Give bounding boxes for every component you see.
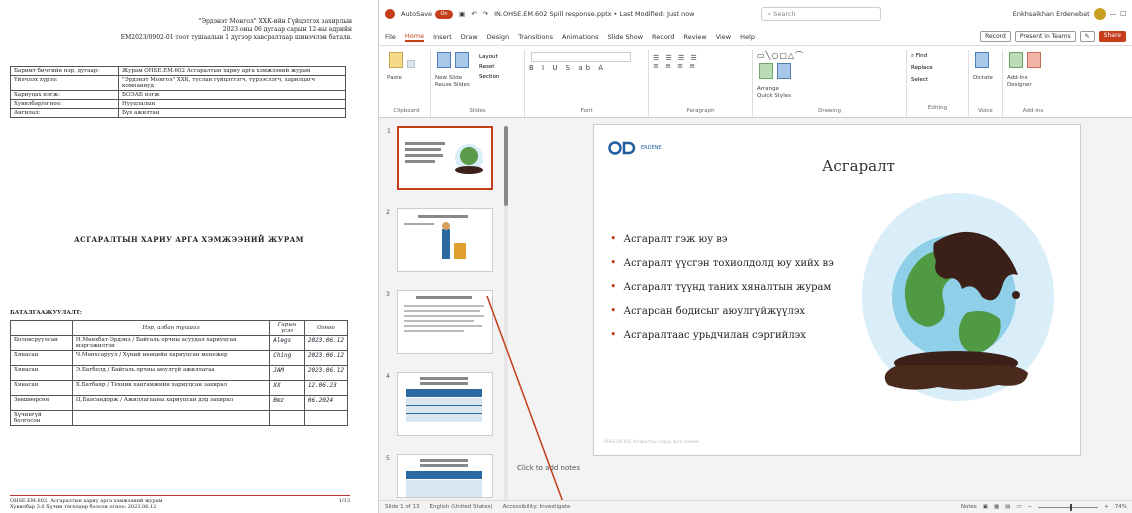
cell: БОЭАБ нэгж [118,90,346,100]
document-title: АСГАРАЛТЫН ХАРИУ АРГА ХЭМЖЭЭНИЙ ЖУРАМ [73,235,305,244]
cell: Х.Батбаяр / Техник хангамжийн хариуцсан … [71,380,271,396]
table-header-row: Нэр, албан тушаал Гарын үсэг Огноо [10,320,349,336]
cell: Хянасан [10,365,73,381]
footer-line: Хувилбар 3.0 Хүчин төгөлдөр болсон огноо… [10,504,157,510]
signature: Alegs [269,335,305,351]
document-footer: 1/13 OHSE.EM.602. Асгаралтын хариу арга … [10,495,350,510]
language-indicator[interactable]: English (United States) [429,504,492,510]
table-row: Хянасан Ч.Мөнхсаруул / Хүний нөөцийн хари… [10,350,349,366]
zoom-out-icon[interactable]: − [1028,504,1033,510]
cell: Ангилал: [10,108,119,118]
cell: Н.Мөнхбат-Эрдэнэ / Байгаль орчны асуудал… [71,335,271,351]
table-row: Хянасан Э.Батболд / Байгаль орчны аюулгүй… [10,365,349,381]
cell: Үйлчлэх хүрээ: [10,75,119,91]
cell: 2023.06.12 [303,365,349,381]
cell [71,410,271,426]
document-scan: "Эрдэнэт Монгол" ХХК-ийн Гүйцэтгэх захир… [0,0,378,513]
table-row: Зөвшөөрсөн Ц.Баасандорж / Ажиллагааны хар… [10,395,349,411]
cell: Ц.Баасандорж / Ажиллагааны хариуцсан дэд… [71,395,271,411]
signature: Bmz [269,395,305,411]
powerpoint-window: AutoSave On ▣ ↶ ↷ IN.OHSE.EM.602 Spill r… [378,0,1132,513]
slideshow-icon[interactable]: ▭ [1016,504,1021,510]
header-cell: Нэр, албан тушаал [71,320,271,336]
table-row: Боловсруулсан Н.Мөнхбат-Эрдэнэ / Байгаль … [10,335,349,351]
info-table: Баримт бичгийн нэр, дугаар: Журам OHSE.EM… [10,66,346,118]
document-header: "Эрдэнэт Монгол" ХХК-ийн Гүйцэтгэх захир… [102,18,352,42]
sorter-view-icon[interactable]: ▦ [994,504,999,510]
cell: Баримт бичгийн нэр, дугаар: [10,66,119,76]
cell: 06.2024 [303,395,349,411]
cell: Хүчингүй болгосон [10,410,73,426]
cell: Зөвшөөрсөн [10,395,73,411]
slide-counter: Slide 1 of 13 [385,504,420,510]
table-row: Хувилбар/огноо: Нууцлалын [10,99,346,109]
normal-view-icon[interactable]: ▣ [983,504,988,510]
header-line: EM2023/0902-01 тоот тушаалын 1 дүгээр ха… [120,34,352,41]
table-row: Хариуцах нэгж: БОЭАБ нэгж [10,90,346,100]
cell [269,410,305,426]
cell: 2023.06.12 [303,335,349,351]
cell: 12.06.23 [303,380,349,396]
page-number: 1/13 [338,498,350,504]
signature: XX [269,380,305,396]
cell: Э.Батболд / Байгаль орчны аюулгүй ажилла… [71,365,271,381]
signature: JAM [269,365,305,381]
cell: Хувилбар/огноо: [10,99,119,109]
header-cell: Гарын үсэг [269,320,305,336]
annotation-arrow [486,295,568,513]
cell: Нууцлалын [118,99,346,109]
cell: Боловсруулсан [10,335,73,351]
cell: 2023.06.12 [303,350,349,366]
table-row: Хянасан Х.Батбаяр / Техник хангамжийн хар… [10,380,349,396]
cell [303,410,349,426]
cell: Бүх ажилтан [118,108,346,118]
table-row: Хүчингүй болгосон [10,410,349,426]
table-row: Баримт бичгийн нэр, дугаар: Журам OHSE.EM… [10,66,346,76]
zoom-in-icon[interactable]: + [1104,504,1109,510]
table-row: Ангилал: Бүх ажилтан [10,108,346,118]
signature: Ching [269,350,305,366]
zoom-level[interactable]: 74% [1115,504,1127,510]
accessibility-indicator[interactable]: Accessibility: Investigate [503,504,571,510]
header-cell [10,320,73,336]
cell: Хариуцах нэгж: [10,90,119,100]
notes-button[interactable]: Notes [961,504,977,510]
header-line: 2023 оны 06 дугаар сарын 12-ны өдрийн [222,26,352,33]
table-row: Үйлчлэх хүрээ: "Эрдэнэт Монгол" ХХК, тусл… [10,75,346,91]
zoom-slider[interactable] [1038,503,1099,511]
cell: Ч.Мөнхсаруул / Хүний нөөцийн хариуцсан м… [71,350,271,366]
reading-view-icon[interactable]: ▤ [1005,504,1010,510]
signature-table: Нэр, албан тушаал Гарын үсэг Огноо Болов… [10,320,349,426]
cell: "Эрдэнэт Монгол" ХХК, туслан гүйцэтгэгч,… [118,75,346,91]
cell: Хянасан [10,380,73,396]
status-bar: Slide 1 of 13 English (United States) Ac… [379,500,1132,513]
cell: Журам OHSE.EM.602 Асгаралтын хариу арга … [118,66,346,76]
approval-label: БАТАЛГААЖУУЛАЛТ: [10,310,82,316]
cell: Хянасан [10,350,73,366]
header-line: "Эрдэнэт Монгол" ХХК-ийн Гүйцэтгэх захир… [198,18,352,25]
header-cell: Огноо [303,320,349,336]
